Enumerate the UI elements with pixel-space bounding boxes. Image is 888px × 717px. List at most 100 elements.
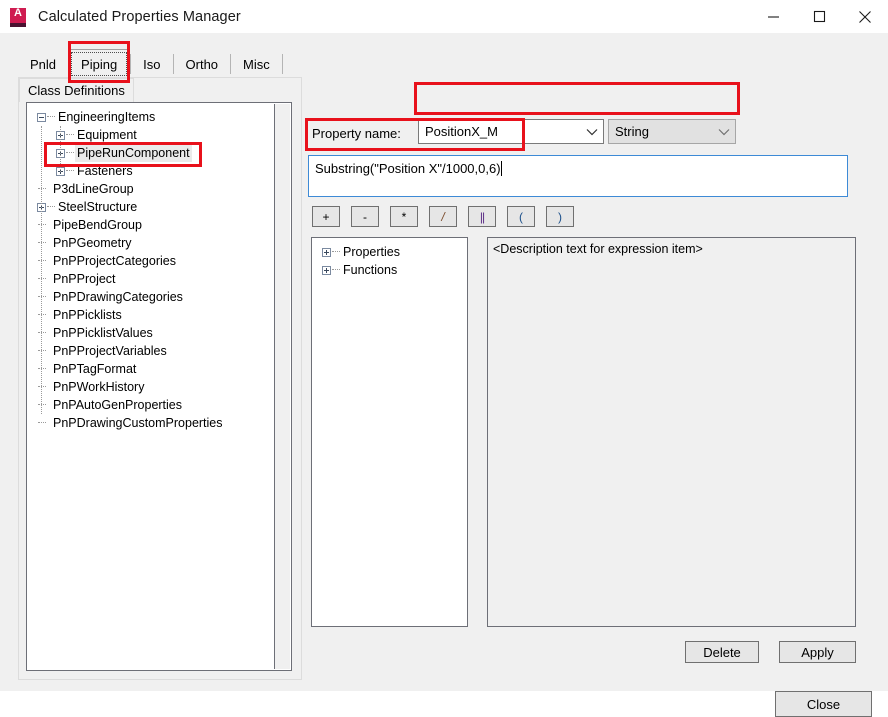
tree-item-label: PipeRunComponent [75, 144, 192, 162]
chevron-down-icon[interactable] [581, 128, 603, 136]
tree-item-label: Equipment [77, 128, 137, 142]
tree-item-label: PipeBendGroup [53, 218, 142, 232]
expand-plus-icon[interactable] [322, 265, 331, 275]
tree-item-label: PnPDrawingCategories [53, 290, 183, 304]
property-name-combo[interactable]: PositionX_M [418, 119, 604, 144]
autocad-plant3d-icon [8, 7, 28, 27]
maximize-icon[interactable] [796, 0, 842, 33]
description-text: <Description text for expression item> [493, 242, 703, 256]
property-type-combo[interactable]: String [608, 119, 736, 144]
tree-item-label: PnPPicklistValues [53, 326, 153, 340]
close-button[interactable]: Close [775, 691, 872, 717]
tab-ortho[interactable]: Ortho [174, 47, 231, 81]
window-title: Calculated Properties Manager [38, 8, 241, 25]
tree-connector-icon [66, 134, 74, 136]
tree-connector-icon [66, 170, 74, 172]
chevron-down-icon[interactable] [713, 128, 735, 136]
expression-tree-item-functions[interactable]: Functions [312, 261, 467, 279]
tree-item-steelstructure[interactable]: SteelStructure [27, 198, 273, 216]
operator-button-minus[interactable]: - [351, 206, 379, 227]
expression-tree-item-label: Functions [343, 263, 398, 277]
tree-item-label: PnPWorkHistory [53, 380, 145, 394]
tab-strip: Pnld Piping Iso Ortho Misc [18, 47, 318, 81]
expression-item-tree[interactable]: Properties Functions [311, 237, 468, 627]
tab-iso[interactable]: Iso [131, 47, 172, 81]
operator-button-label: ) [558, 209, 562, 224]
tree-item-label: PnPProjectVariables [53, 344, 167, 358]
minimize-icon[interactable] [750, 0, 796, 33]
tree-item-pipebendgroup[interactable]: PipeBendGroup [27, 216, 273, 234]
tree-item-label: P3dLineGroup [53, 182, 134, 196]
operator-button-label: ( [519, 209, 523, 224]
tree-item-engineeringitems[interactable]: EngineeringItems [27, 108, 273, 126]
operator-button-label: || [479, 209, 485, 224]
tab-separator [281, 54, 283, 74]
tree-item-piperuncomponent[interactable]: PipeRunComponent [27, 144, 273, 162]
tree-item-pnpworkhistory[interactable]: PnPWorkHistory [27, 378, 273, 396]
tree-connector-icon [66, 152, 74, 154]
tree-item-label: EngineeringItems [58, 110, 156, 124]
property-name-label: Property name: [312, 126, 401, 141]
tab-pnld[interactable]: Pnld [18, 47, 68, 81]
collapse-minus-icon[interactable] [37, 112, 46, 122]
tab-label: Iso [143, 56, 161, 72]
operator-button-close-paren[interactable]: ) [546, 206, 574, 227]
tree-item-p3dlinegroup[interactable]: P3dLineGroup [27, 180, 273, 198]
tree-connector-icon [332, 251, 340, 253]
delete-button[interactable]: Delete [685, 641, 759, 663]
tree-scrollbar[interactable] [274, 104, 290, 669]
operator-button-asterisk[interactable]: * [390, 206, 418, 227]
tree-item-pnpprojectcategories[interactable]: PnPProjectCategories [27, 252, 273, 270]
operator-button-label: + [322, 209, 330, 224]
tree-item-pnppicklistvalues[interactable]: PnPPicklistValues [27, 324, 273, 342]
tree-item-pnpautogenproperties[interactable]: PnPAutoGenProperties [27, 396, 273, 414]
title-bar: Calculated Properties Manager [0, 0, 888, 33]
tree-item-label: PnPDrawingCustomProperties [53, 416, 223, 430]
tree-item-fasteners[interactable]: Fasteners [27, 162, 273, 180]
tree-item-pnpproject[interactable]: PnPProject [27, 270, 273, 288]
tab-piping[interactable]: Piping [68, 49, 131, 79]
tree-item-pnptagformat[interactable]: PnPTagFormat [27, 360, 273, 378]
tree-item-pnpprojectvariables[interactable]: PnPProjectVariables [27, 342, 273, 360]
operator-button-label: * [401, 209, 407, 224]
class-definitions-tree[interactable]: EngineeringItems Equipment PipeRunComponen… [26, 102, 292, 671]
tree-item-label: PnPGeometry [53, 236, 132, 250]
text-caret [500, 161, 502, 176]
apply-button-label: Apply [801, 644, 834, 660]
tab-label: Misc [243, 56, 270, 72]
operator-button-label: - [363, 209, 367, 224]
dialog-body: Pnld Piping Iso Ortho Misc Class Definit… [0, 33, 888, 717]
expression-value: Substring("Position X"/1000,0,6) [315, 161, 501, 176]
page-tab-label: Class Definitions [28, 83, 125, 98]
focus-ring [71, 52, 128, 76]
expand-plus-icon[interactable] [322, 247, 331, 257]
tree-item-label: Fasteners [77, 164, 133, 178]
close-icon[interactable] [842, 0, 888, 33]
close-button-label: Close [806, 696, 841, 712]
expression-tree-item-properties[interactable]: Properties [312, 243, 467, 261]
tree-item-label: PnPProject [53, 272, 116, 286]
delete-button-label: Delete [703, 644, 741, 660]
page-tab-class-definitions[interactable]: Class Definitions [19, 78, 134, 102]
description-pane: <Description text for expression item> [487, 237, 856, 627]
tree-connector-icon [47, 206, 55, 208]
operator-button-open-paren[interactable]: ( [507, 206, 535, 227]
tree-item-pnpgeometry[interactable]: PnPGeometry [27, 234, 273, 252]
tree-item-label: PnPPicklists [53, 308, 122, 322]
tree-connector-icon [47, 116, 55, 118]
tree-item-pnppicklists[interactable]: PnPPicklists [27, 306, 273, 324]
tab-label: Pnld [30, 56, 57, 72]
operator-button-plus[interactable]: + [312, 206, 340, 227]
tab-misc[interactable]: Misc [231, 47, 282, 81]
tree-connector-icon [38, 422, 46, 424]
expression-input[interactable]: Substring("Position X"/1000,0,6) [308, 155, 848, 197]
tree-item-pnpdrawingcustomproperties[interactable]: PnPDrawingCustomProperties [27, 414, 273, 432]
property-name-value: PositionX_M [425, 124, 498, 139]
tree-item-equipment[interactable]: Equipment [27, 126, 273, 144]
operator-button-concat[interactable]: || [468, 206, 496, 227]
operator-button-slash[interactable]: / [429, 206, 457, 227]
tree-item-pnpdrawingcategories[interactable]: PnPDrawingCategories [27, 288, 273, 306]
tree-item-label: PnPAutoGenProperties [53, 398, 183, 412]
apply-button[interactable]: Apply [779, 641, 856, 663]
tree-connector-icon [332, 269, 340, 271]
